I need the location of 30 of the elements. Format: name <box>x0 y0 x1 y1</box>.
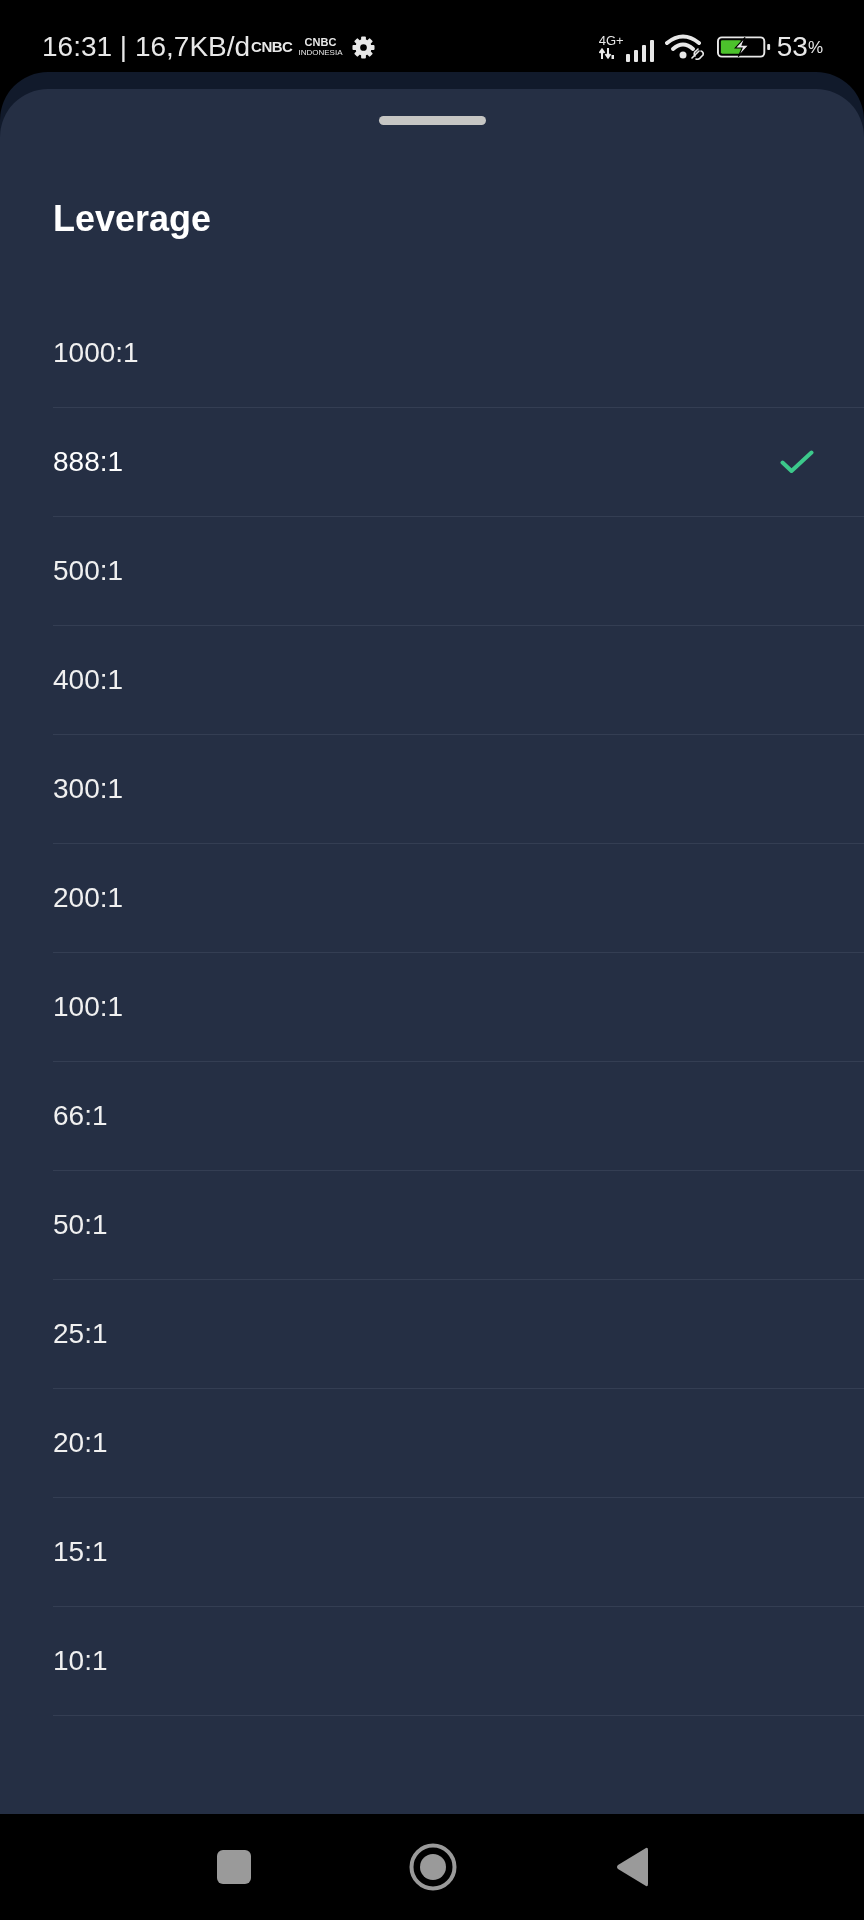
status-text: 16:31 | 16,7KB/d <box>42 31 251 63</box>
home-icon[interactable] <box>408 1843 457 1891</box>
leverage-option[interactable]: 66:1 <box>53 1062 864 1171</box>
wifi-icon <box>664 34 705 60</box>
square-icon[interactable] <box>216 1850 251 1884</box>
data-arrows-icon <box>598 48 614 59</box>
battery-percent: 53 <box>776 31 808 63</box>
battery-unit: % <box>807 38 823 58</box>
notification-label: CNBC <box>251 39 293 55</box>
leverage-option[interactable]: 10:1 <box>53 1607 864 1716</box>
leverage-option[interactable]: 20:1 <box>53 1389 864 1498</box>
leverage-option[interactable]: 15:1 <box>53 1498 864 1607</box>
leverage-option[interactable]: 200:1 <box>53 844 864 953</box>
settings-icon <box>352 35 376 59</box>
signal-bars-icon <box>625 40 654 62</box>
drag-handle[interactable] <box>378 116 486 125</box>
network-type: 4G+ <box>598 35 624 47</box>
leverage-option[interactable]: 500:1 <box>53 517 864 626</box>
leverage-option[interactable]: 888:1 <box>53 408 864 517</box>
back-icon[interactable] <box>615 1846 648 1888</box>
leverage-option[interactable]: 25:1 <box>53 1280 864 1389</box>
leverage-option[interactable]: 100:1 <box>53 953 864 1062</box>
sheet-title: Leverage <box>53 197 212 241</box>
notification-label: CNBC <box>304 37 337 48</box>
notification-caption: INDONESIA <box>298 48 343 57</box>
leverage-option[interactable]: 50:1 <box>53 1171 864 1280</box>
leverage-option[interactable]: 300:1 <box>53 735 864 844</box>
check-icon <box>780 450 814 474</box>
leverage-option[interactable]: 400:1 <box>53 626 864 735</box>
leverage-option[interactable]: 1000:1 <box>53 299 864 408</box>
